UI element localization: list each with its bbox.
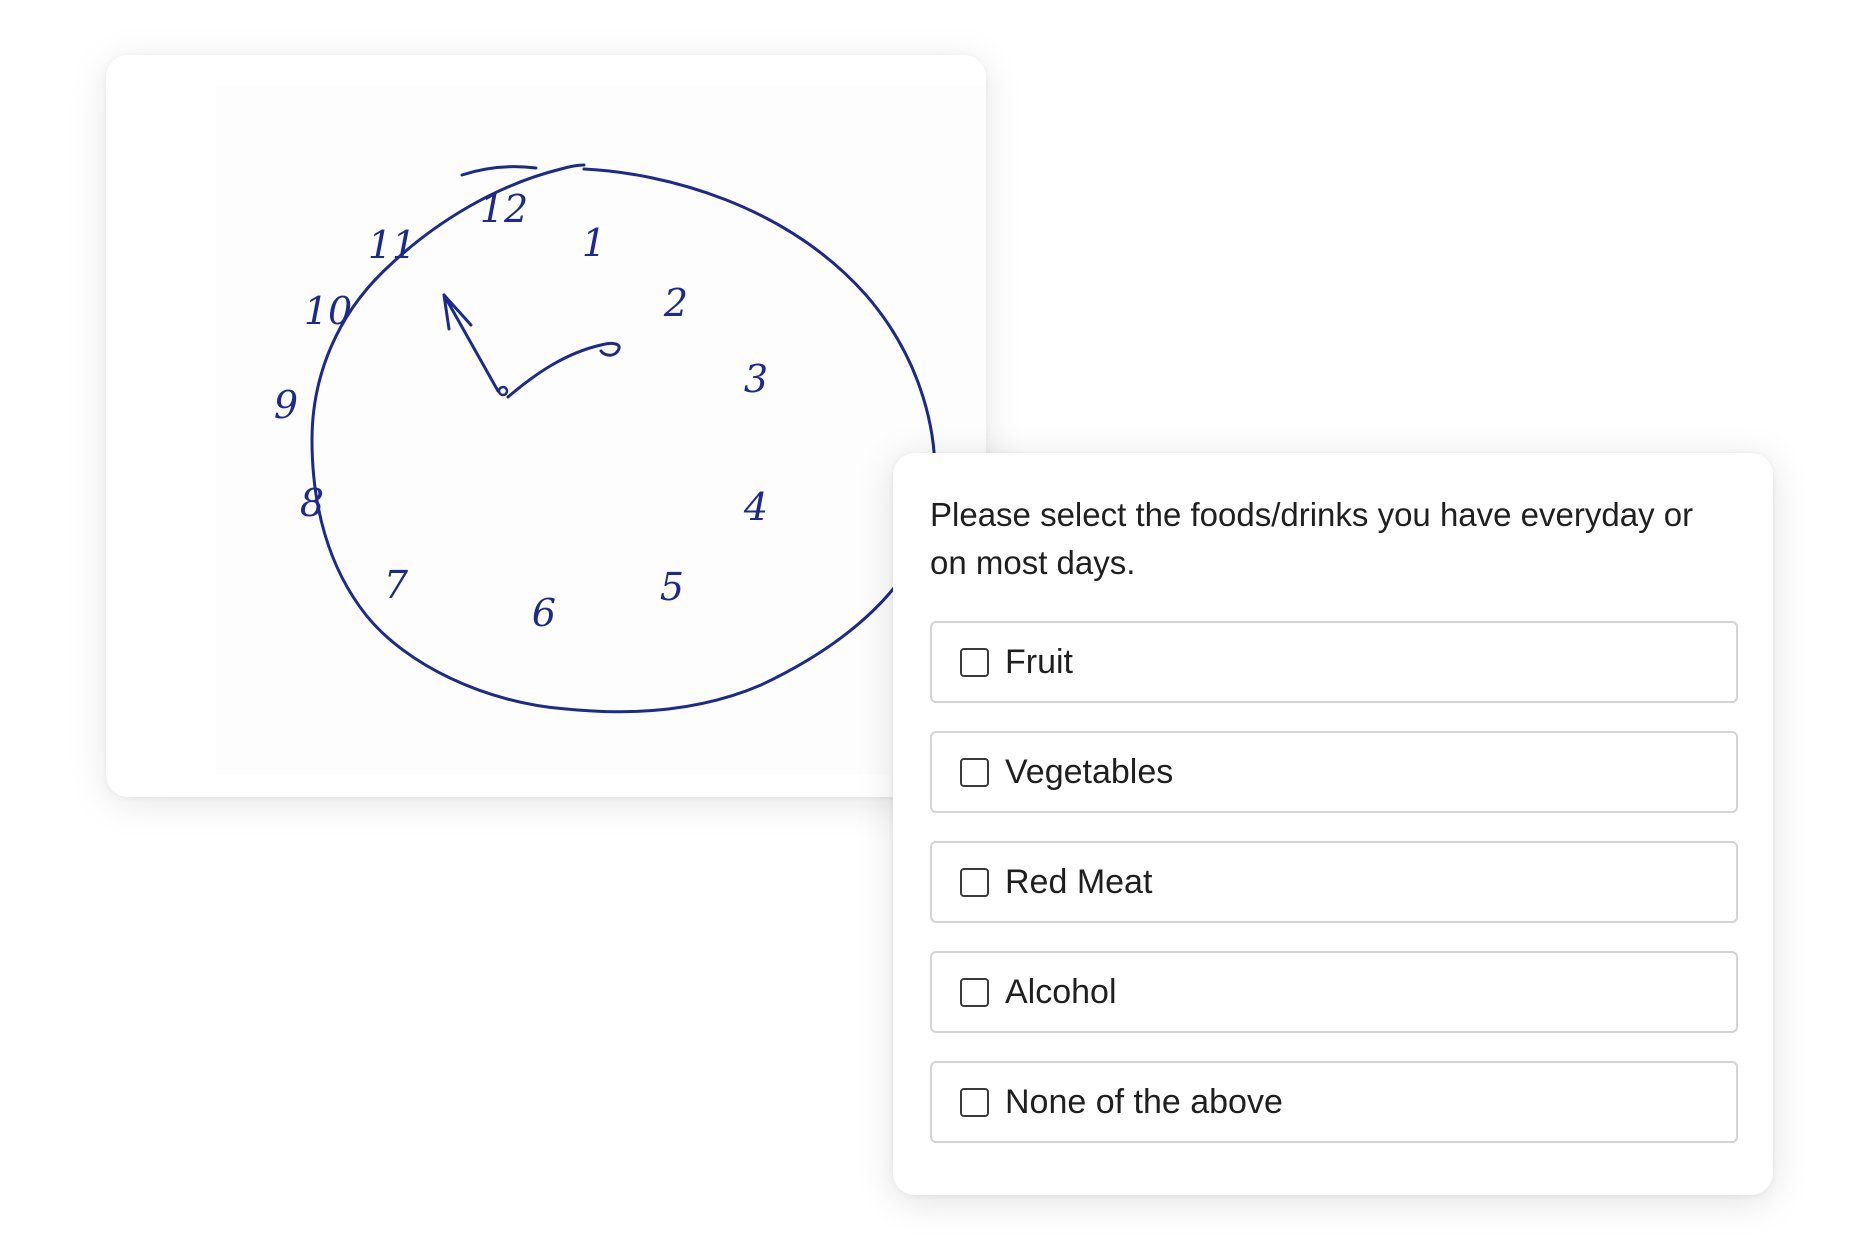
clock-number-9: 9 [273,383,299,427]
clock-drawing-card: 12 1 2 3 4 5 6 7 8 9 10 11 [106,55,986,797]
clock-number-7: 7 [383,563,409,607]
checkbox-icon[interactable] [960,1087,989,1117]
clock-number-10: 10 [303,289,353,333]
option-label: Red Meat [1005,862,1153,901]
option-label: Vegetables [1005,752,1174,791]
clock-hour-hand [506,341,621,399]
clock-number-12: 12 [479,187,529,231]
option-vegetables[interactable]: Vegetables [930,731,1738,813]
option-label: Alcohol [1005,972,1117,1011]
option-label: None of the above [1005,1082,1283,1121]
option-red-meat[interactable]: Red Meat [930,841,1738,923]
option-alcohol[interactable]: Alcohol [930,951,1738,1033]
page: 12 1 2 3 4 5 6 7 8 9 10 11 Please select… [0,0,1867,1242]
clock-face-overlap-stroke [460,165,538,177]
checkbox-icon[interactable] [960,977,989,1007]
question-prompt: Please select the foods/drinks you have … [930,496,1694,581]
clock-number-8: 8 [299,481,325,525]
clock-number-3: 3 [743,357,769,401]
option-label: Fruit [1005,642,1073,681]
option-none-of-the-above[interactable]: None of the above [930,1061,1738,1143]
clock-minute-hand [442,293,500,393]
clock-number-2: 2 [663,281,689,325]
clock-number-6: 6 [531,591,557,635]
checkbox-icon[interactable] [960,757,989,787]
clock-number-1: 1 [581,221,607,265]
clock-number-11: 11 [367,223,417,267]
checkbox-icon[interactable] [960,647,989,677]
option-list: Fruit Vegetables Red Meat Alcohol None o… [930,621,1738,1171]
option-fruit[interactable]: Fruit [930,621,1738,703]
checkbox-icon[interactable] [960,867,989,897]
clock-number-5: 5 [659,565,685,609]
question-card: Please select the foods/drinks you have … [893,453,1773,1195]
clock-number-4: 4 [743,485,769,529]
clock-center [497,385,509,397]
clock-drawing [310,163,937,714]
